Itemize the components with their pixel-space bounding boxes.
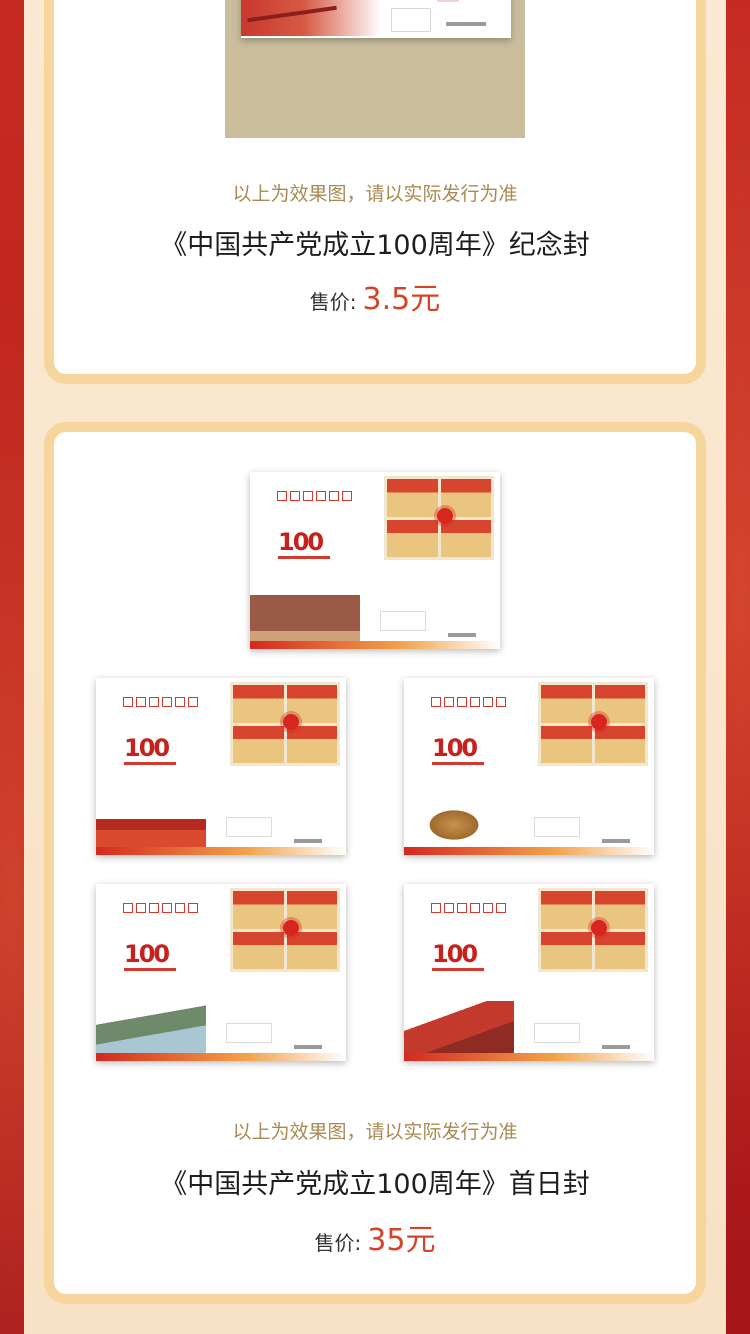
bull-statue-illustration xyxy=(404,795,514,855)
red-strip xyxy=(404,847,654,855)
red-strip xyxy=(404,1053,654,1061)
logo-caption xyxy=(124,968,176,971)
address-box xyxy=(391,8,431,32)
logo-caption xyxy=(278,556,330,559)
address-box xyxy=(226,817,272,837)
centenary-logo: 100 xyxy=(124,940,170,968)
flower-emblem xyxy=(283,714,299,730)
postcode-boxes xyxy=(277,491,352,501)
logo-caption xyxy=(432,762,484,765)
postcode-boxes xyxy=(431,903,506,913)
cover-footer-text xyxy=(602,839,630,843)
great-wall-illustration xyxy=(404,1001,514,1061)
price-value: 35元 xyxy=(367,1223,436,1258)
great-wall-illustration xyxy=(241,0,381,36)
flower-emblem xyxy=(591,920,607,936)
postcode-boxes xyxy=(123,903,198,913)
first-day-cover-3: 100 xyxy=(404,678,654,855)
price-row: 售价: 3.5元 xyxy=(54,274,696,318)
cover-footer-text xyxy=(294,1045,322,1049)
address-box xyxy=(380,611,426,631)
centenary-logo: 100 xyxy=(278,528,324,556)
flower-emblem xyxy=(437,508,453,524)
tiananmen-illustration xyxy=(96,795,206,855)
cover-thumbnail xyxy=(241,0,511,38)
red-strip xyxy=(250,641,500,649)
address-box xyxy=(534,1023,580,1043)
postcode-boxes xyxy=(123,697,198,707)
former-site-illustration xyxy=(250,589,360,649)
price-row: 售价: 35元 xyxy=(54,1215,696,1259)
price-label: 售价: xyxy=(309,290,357,314)
centenary-logo: 100 xyxy=(432,940,478,968)
stamp-mark xyxy=(437,0,459,2)
product-card-first-day-cover[interactable]: 100 100 100 100 100 以上为效果图，请以实际发行为准 《中国共… xyxy=(44,422,706,1304)
cover-footer-text xyxy=(446,22,486,26)
cover-footer-text xyxy=(294,839,322,843)
product-image-commemorative-cover xyxy=(225,0,525,138)
product-title: 《中国共产党成立100周年》纪念封 xyxy=(160,230,590,261)
centenary-logo: 100 xyxy=(432,734,478,762)
address-box xyxy=(226,1023,272,1043)
disclaimer-note: 以上为效果图，请以实际发行为准 xyxy=(232,183,518,205)
first-day-cover-5: 100 xyxy=(404,884,654,1061)
first-day-cover-4: 100 xyxy=(96,884,346,1061)
first-day-cover-1: 100 xyxy=(250,472,500,649)
price-label: 售价: xyxy=(314,1231,362,1255)
product-title: 《中国共产党成立100周年》首日封 xyxy=(160,1169,590,1200)
price-value: 3.5元 xyxy=(362,282,441,317)
flower-emblem xyxy=(591,714,607,730)
address-box xyxy=(534,817,580,837)
mountains-illustration xyxy=(96,1001,206,1061)
red-strip xyxy=(96,847,346,855)
first-day-cover-2: 100 xyxy=(96,678,346,855)
logo-caption xyxy=(124,762,176,765)
centenary-logo: 100 xyxy=(124,734,170,762)
cover-footer-text xyxy=(602,1045,630,1049)
disclaimer-note: 以上为效果图，请以实际发行为准 xyxy=(232,1121,518,1143)
logo-caption xyxy=(432,968,484,971)
product-card-commemorative-cover[interactable]: 以上为效果图，请以实际发行为准 《中国共产党成立100周年》纪念封 售价: 3.5… xyxy=(44,0,706,384)
flower-emblem xyxy=(283,920,299,936)
red-strip xyxy=(96,1053,346,1061)
cover-footer-text xyxy=(448,633,476,637)
postcode-boxes xyxy=(431,697,506,707)
